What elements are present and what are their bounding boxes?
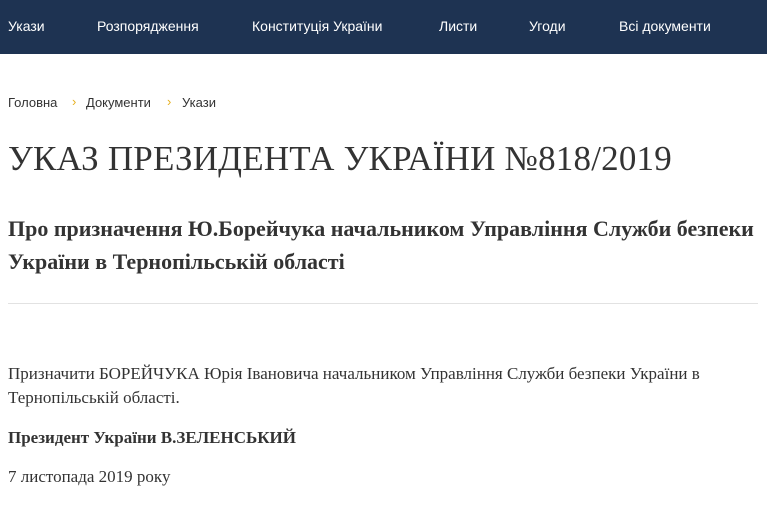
breadcrumb-chevron-icon: › — [167, 94, 172, 109]
nav-item-constitution[interactable]: Конституція України — [252, 18, 382, 34]
divider — [8, 303, 758, 304]
top-navigation-bar: Укази Розпорядження Конституція України … — [0, 0, 767, 54]
breadcrumb-chevron-icon: › — [72, 94, 77, 109]
breadcrumb-documents-link[interactable]: Документи — [86, 95, 151, 111]
document-body-text: Призначити БОРЕЙЧУКА Юрія Івановича нача… — [8, 364, 700, 407]
document-date: 7 листопада 2019 року — [8, 467, 171, 486]
nav-item-all-documents[interactable]: Всі документи — [619, 18, 711, 34]
breadcrumb-current-page: Укази — [182, 95, 216, 110]
nav-item-decrees[interactable]: Укази — [8, 18, 45, 34]
document-signature: Президент України В.ЗЕЛЕНСЬКИЙ — [8, 428, 296, 447]
breadcrumb-home-link[interactable]: Головна — [8, 95, 57, 111]
nav-item-orders[interactable]: Розпорядження — [97, 18, 199, 34]
nav-item-agreements[interactable]: Угоди — [529, 18, 566, 34]
nav-item-letters[interactable]: Листи — [439, 18, 477, 34]
page-title: УКАЗ ПРЕЗИДЕНТА УКРАЇНИ №818/2019 — [8, 139, 672, 178]
document-subtitle: Про призначення Ю.Борейчука начальником … — [8, 216, 754, 274]
